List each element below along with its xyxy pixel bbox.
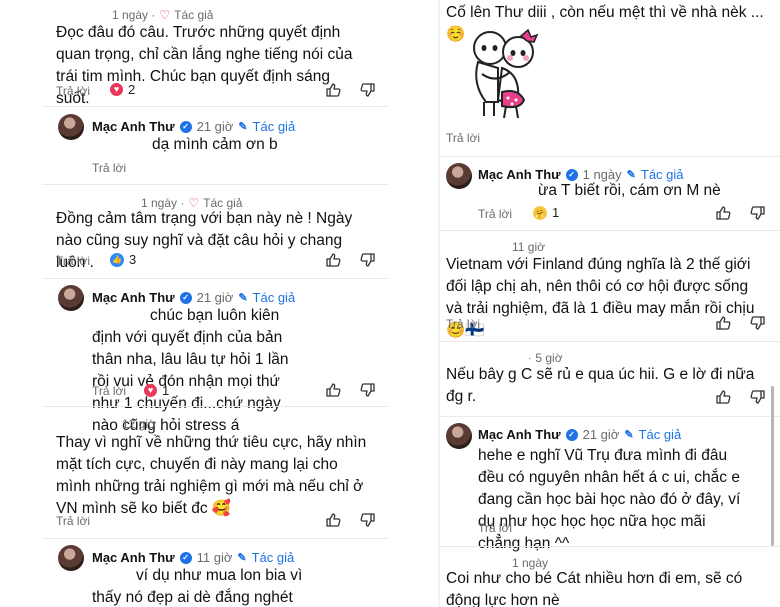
dislike-icon[interactable] bbox=[750, 315, 766, 331]
comment-text: Đồng cảm tâm trạng với bạn này nè ! Ngày… bbox=[56, 210, 353, 271]
like-icon[interactable] bbox=[325, 512, 341, 528]
hug-sticker-image bbox=[473, 28, 539, 119]
reply-text: ừa T biết rồi, cám ơn M nè bbox=[538, 182, 721, 199]
divider bbox=[440, 230, 780, 231]
reply-button[interactable]: Trả lời bbox=[92, 161, 126, 175]
author-name[interactable]: Mạc Anh Thư bbox=[92, 119, 175, 134]
comment-time: 11 giờ bbox=[512, 240, 545, 254]
dislike-icon[interactable] bbox=[750, 389, 766, 405]
dot-separator: · bbox=[528, 352, 532, 364]
reply-time: 11 giờ bbox=[196, 550, 233, 565]
dislike-icon[interactable] bbox=[360, 82, 376, 98]
like-icon[interactable] bbox=[325, 382, 341, 398]
author-name[interactable]: Mạc Anh Thư bbox=[92, 290, 175, 305]
dislike-icon[interactable] bbox=[360, 512, 376, 528]
heart-outline-icon: ♡ bbox=[159, 8, 171, 22]
reaction-count[interactable]: ♥ 1 bbox=[144, 383, 169, 398]
like-icon[interactable] bbox=[325, 252, 341, 268]
avatar[interactable] bbox=[446, 423, 472, 449]
author-tag: Tác giả bbox=[252, 119, 296, 134]
comment-text: Thay vì nghĩ về những thứ tiêu cực, hãy … bbox=[56, 434, 367, 517]
author-liked-label: Tác giả bbox=[174, 8, 214, 22]
reaction-number: 3 bbox=[129, 252, 137, 267]
divider bbox=[42, 406, 388, 407]
scrollbar[interactable] bbox=[771, 386, 774, 546]
hug-reaction-icon: 🤗 bbox=[533, 205, 547, 220]
reaction-number: 1 bbox=[552, 205, 560, 220]
verified-badge-icon: ✓ bbox=[565, 428, 578, 441]
right-comment-panel: Cố lên Thư diii , còn nếu mệt thì về nhà… bbox=[440, 0, 780, 607]
comment-time: 1 ngày · bbox=[112, 8, 156, 22]
comment-meta: 11 giờ bbox=[512, 240, 545, 254]
reply-text: hehe e nghĩ Vũ Trụ đưa mình đi đâu đều c… bbox=[478, 447, 741, 552]
author-name[interactable]: Mạc Anh Thư bbox=[92, 550, 175, 565]
reply-text: ví dụ như mua lon bia vì thấy nó đẹp ai … bbox=[92, 567, 303, 606]
author-tag: Tác giả bbox=[252, 290, 296, 305]
author-tag: Tác giả bbox=[251, 550, 295, 565]
pencil-icon: ✎ bbox=[237, 552, 247, 564]
left-comment-panel: 1 ngày · ♡ Tác giả Đọc đâu đó câu. Trước… bbox=[0, 0, 388, 607]
divider bbox=[440, 546, 780, 547]
reply-button[interactable]: Trả lời bbox=[56, 84, 90, 98]
reply-author: Mạc Anh Thư ✓ 11 giờ ✎ Tác giả bbox=[92, 550, 294, 565]
reply-author: Mạc Anh Thư ✓ 21 giờ ✎ Tác giả bbox=[478, 427, 681, 442]
reply-button[interactable]: Trả lời bbox=[446, 131, 480, 145]
comment-meta: 12 giờ bbox=[122, 417, 156, 431]
comment-time: 5 giờ bbox=[535, 351, 563, 365]
heart-reaction-icon: ♥ bbox=[144, 384, 157, 397]
comment-time: 12 giờ bbox=[122, 417, 156, 431]
verified-badge-icon: ✓ bbox=[179, 551, 192, 564]
like-icon[interactable] bbox=[715, 315, 731, 331]
avatar[interactable] bbox=[58, 545, 84, 571]
verified-badge-icon: ✓ bbox=[179, 291, 192, 304]
reply-button[interactable]: Trả lời bbox=[92, 384, 126, 398]
avatar[interactable] bbox=[58, 114, 84, 140]
comment-text: Đọc đâu đó câu. Trước những quyết định q… bbox=[56, 24, 353, 107]
reaction-count[interactable]: 👍 3 bbox=[110, 252, 136, 267]
reply-button[interactable]: Trả lời bbox=[56, 254, 90, 268]
reply-button[interactable]: Trả lời bbox=[56, 514, 90, 528]
verified-badge-icon: ✓ bbox=[565, 168, 578, 181]
reaction-count[interactable]: 🤗 1 bbox=[533, 205, 559, 220]
dislike-icon[interactable] bbox=[360, 382, 376, 398]
comment-meta: 1 ngày · ♡ Tác giả bbox=[112, 8, 213, 22]
dislike-icon[interactable] bbox=[360, 252, 376, 268]
panel-gap bbox=[388, 0, 440, 607]
like-icon[interactable] bbox=[715, 205, 731, 221]
pencil-icon: ✎ bbox=[624, 429, 634, 441]
reply-time: 21 giờ bbox=[582, 427, 620, 442]
comment-text: Coi như cho bé Cát nhiều hơn đi em, sẽ c… bbox=[446, 570, 743, 607]
reaction-count[interactable]: ♥ 2 bbox=[110, 82, 135, 97]
avatar[interactable] bbox=[58, 285, 84, 311]
reply-button[interactable]: Trả lời bbox=[478, 207, 512, 221]
author-name[interactable]: Mạc Anh Thư bbox=[478, 427, 561, 442]
pencil-icon: ✎ bbox=[238, 121, 248, 133]
author-tag: Tác giả bbox=[638, 427, 682, 442]
divider bbox=[42, 184, 388, 185]
reply-button[interactable]: Trả lời bbox=[478, 521, 512, 535]
pencil-icon: ✎ bbox=[238, 292, 248, 304]
reply-text: dạ mình cảm ơn b bbox=[152, 136, 278, 153]
reaction-number: 1 bbox=[162, 383, 170, 398]
reply-author: Mạc Anh Thư ✓ 21 giờ ✎ Tác giả bbox=[92, 119, 295, 134]
like-icon[interactable] bbox=[715, 389, 731, 405]
reply-time: 21 giờ bbox=[196, 290, 234, 305]
comment-meta: · 5 giờ bbox=[528, 351, 563, 365]
reply-button[interactable]: Trả lời bbox=[446, 317, 480, 331]
verified-badge-icon: ✓ bbox=[179, 120, 192, 133]
reply-author: Mạc Anh Thư ✓ 21 giờ ✎ Tác giả bbox=[92, 290, 295, 305]
divider bbox=[440, 341, 780, 342]
reply-time: 21 giờ bbox=[196, 119, 234, 134]
like-reaction-icon: 👍 bbox=[110, 252, 124, 267]
like-icon[interactable] bbox=[325, 82, 341, 98]
dislike-icon[interactable] bbox=[750, 205, 766, 221]
heart-reaction-icon: ♥ bbox=[110, 83, 123, 96]
avatar[interactable] bbox=[446, 163, 472, 189]
reaction-number: 2 bbox=[128, 82, 136, 97]
